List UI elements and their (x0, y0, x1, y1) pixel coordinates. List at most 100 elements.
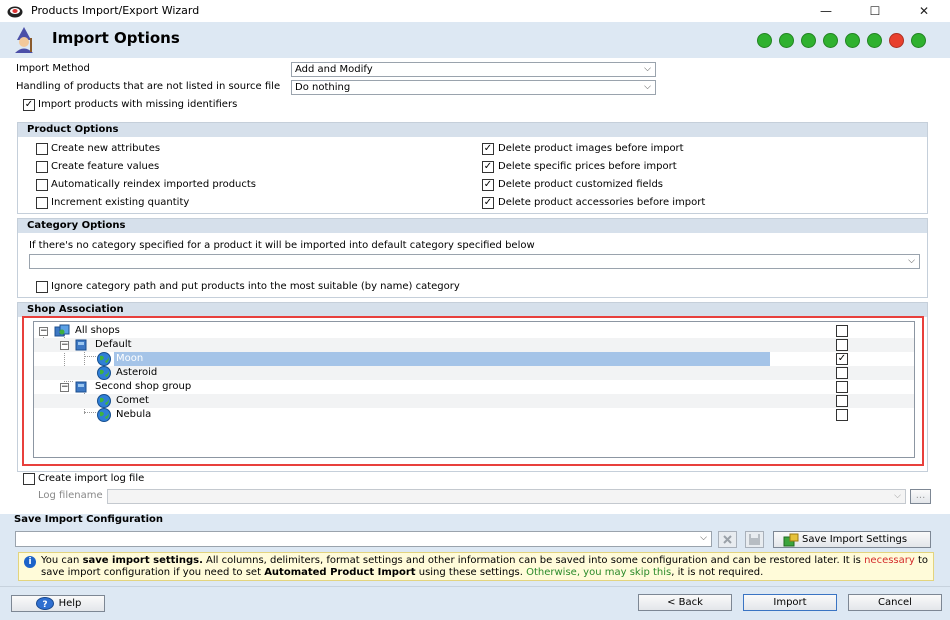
wizard-icon (15, 27, 33, 53)
category-options-group: Category Options If there's no category … (17, 218, 928, 298)
shop-association-title: Shop Association (18, 303, 927, 317)
chevron-down-icon: ⌵ (908, 256, 915, 266)
log-filename-label: Log filename (38, 490, 103, 501)
info-bold-text: save import settings. (82, 555, 203, 566)
save-config-icon-button[interactable] (745, 531, 764, 548)
default-category-select[interactable]: ⌵ (29, 254, 920, 269)
delete-config-button[interactable] (718, 531, 737, 548)
create-feature-values-label: Create feature values (51, 161, 160, 172)
delete-images-checkbox[interactable]: ✓ (482, 143, 494, 155)
create-feature-values-checkbox[interactable] (36, 161, 48, 173)
reindex-products-label: Automatically reindex imported products (51, 179, 257, 190)
help-button[interactable]: ? Help (11, 595, 105, 612)
ignore-category-path-label: Ignore category path and put products in… (51, 281, 460, 292)
info-bold-text: Automated Product Import (264, 567, 416, 578)
tree-row-second-shop-group[interactable]: − Second shop group (34, 380, 914, 394)
info-optional-text: Otherwise, you may skip this (526, 567, 672, 578)
delete-images-label: Delete product images before import (498, 143, 684, 154)
collapse-icon[interactable]: − (60, 383, 69, 392)
handling-select[interactable]: Do nothing ⌵ (291, 80, 656, 95)
step-dot-1 (757, 33, 772, 48)
tree-row-default[interactable]: − Default (34, 338, 914, 352)
reindex-products-checkbox[interactable] (36, 179, 48, 191)
save-import-settings-label: Save Import Settings (802, 534, 908, 545)
create-log-checkbox[interactable] (23, 473, 35, 485)
all-shops-checkbox[interactable] (836, 325, 848, 337)
log-filename-input[interactable]: ⌵ (107, 489, 906, 504)
back-label: < Back (667, 597, 703, 608)
shop-tree[interactable]: − All shops − Default Moon ✓ Asteroid − … (33, 321, 915, 458)
tree-row-all-shops[interactable]: − All shops (34, 324, 914, 338)
wizard-header: Import Options (0, 22, 950, 58)
asteroid-checkbox[interactable] (836, 367, 848, 379)
maximize-button[interactable]: ☐ (864, 2, 886, 20)
tree-row-moon[interactable]: Moon ✓ (34, 352, 914, 366)
delete-prices-label: Delete specific prices before import (498, 161, 677, 172)
step-dot-7 (889, 33, 904, 48)
step-dot-2 (779, 33, 794, 48)
tree-row-comet[interactable]: Comet (34, 394, 914, 408)
save-config-section: Save Import Configuration ⌵ Save Import … (0, 514, 950, 586)
import-label: Import (773, 597, 807, 608)
wizard-steps (757, 33, 926, 48)
increment-quantity-checkbox[interactable] (36, 197, 48, 209)
globe-icon (97, 366, 111, 380)
info-necessary-text: necessary (864, 555, 915, 566)
step-dot-4 (823, 33, 838, 48)
info-text: using these settings. (415, 567, 527, 578)
delete-accessories-label: Delete product accessories before import (498, 197, 706, 208)
collapse-icon[interactable]: − (60, 341, 69, 350)
missing-identifiers-checkbox[interactable]: ✓ (23, 99, 35, 111)
tree-label-default: Default (95, 339, 132, 350)
close-button[interactable]: ✕ (913, 2, 935, 20)
delete-prices-checkbox[interactable]: ✓ (482, 161, 494, 173)
import-button[interactable]: Import (743, 594, 837, 611)
tree-row-nebula[interactable]: Nebula (34, 408, 914, 422)
delete-accessories-checkbox[interactable]: ✓ (482, 197, 494, 209)
cancel-label: Cancel (878, 597, 912, 608)
tree-label-comet: Comet (116, 395, 149, 406)
globe-icon (97, 408, 111, 422)
globe-icon (97, 352, 111, 366)
create-log-label: Create import log file (38, 473, 145, 484)
browse-log-button[interactable]: ... (910, 489, 931, 504)
step-dot-6 (867, 33, 882, 48)
cancel-button[interactable]: Cancel (848, 594, 942, 611)
info-text: , it is not required. (671, 567, 764, 578)
delete-icon (723, 535, 732, 544)
shop-tree-highlight: − All shops − Default Moon ✓ Asteroid − … (22, 316, 924, 466)
tree-row-asteroid[interactable]: Asteroid (34, 366, 914, 380)
info-text: All columns, delimiters, format settings… (202, 555, 865, 566)
delete-customized-fields-label: Delete product customized fields (498, 179, 663, 190)
save-import-settings-button[interactable]: Save Import Settings (773, 531, 931, 548)
title-bar: Products Import/Export Wizard — ☐ ✕ (0, 0, 950, 22)
moon-checkbox[interactable]: ✓ (836, 353, 848, 365)
nebula-checkbox[interactable] (836, 409, 848, 421)
svg-text:?: ? (42, 600, 47, 610)
floppy-disk-icon (749, 534, 760, 545)
default-checkbox[interactable] (836, 339, 848, 351)
second-shop-group-checkbox[interactable] (836, 381, 848, 393)
config-name-input[interactable]: ⌵ (15, 531, 712, 547)
comet-checkbox[interactable] (836, 395, 848, 407)
page-title: Import Options (52, 29, 180, 47)
create-attributes-checkbox[interactable] (36, 143, 48, 155)
ignore-category-path-checkbox[interactable] (36, 281, 48, 293)
back-button[interactable]: < Back (638, 594, 732, 611)
product-options-group: Product Options Create new attributes Cr… (17, 122, 928, 214)
collapse-icon[interactable]: − (39, 327, 48, 336)
chevron-down-icon: ⌵ (644, 82, 651, 92)
delete-customized-fields-checkbox[interactable]: ✓ (482, 179, 494, 191)
chevron-down-icon: ⌵ (894, 491, 901, 501)
selection-highlight (114, 352, 770, 366)
step-dot-3 (801, 33, 816, 48)
import-method-select[interactable]: Add and Modify ⌵ (291, 62, 656, 77)
shops-group-icon (54, 324, 70, 337)
category-hint: If there's no category specified for a p… (29, 240, 535, 251)
tree-label-moon: Moon (116, 353, 144, 364)
tree-label-second-shop-group: Second shop group (95, 381, 192, 392)
minimize-button[interactable]: — (815, 2, 837, 20)
missing-identifiers-label: Import products with missing identifiers (38, 99, 238, 110)
tree-label-all-shops: All shops (75, 325, 120, 336)
category-options-title: Category Options (18, 219, 927, 233)
